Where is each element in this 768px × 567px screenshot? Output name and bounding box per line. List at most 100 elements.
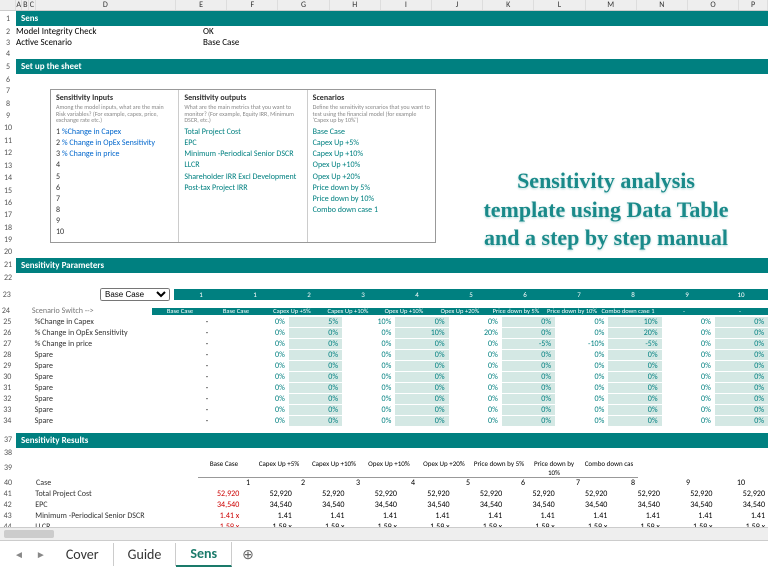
result-cell[interactable]: 7 <box>528 478 583 488</box>
param-cell[interactable]: 0% <box>236 328 289 338</box>
param-cell[interactable]: 10% <box>395 328 448 338</box>
result-cell[interactable]: 1.59 x <box>400 522 453 527</box>
param-cell[interactable]: 0% <box>236 416 289 426</box>
param-cell[interactable]: 0% <box>662 383 715 393</box>
result-cell[interactable]: 52,920 <box>663 489 716 499</box>
param-cell[interactable]: 0% <box>289 339 342 349</box>
result-cell[interactable]: 1.41 x <box>190 511 243 521</box>
param-cell[interactable]: 0% <box>608 361 661 371</box>
param-cell[interactable]: 0% <box>502 361 555 371</box>
param-cell[interactable]: 0% <box>608 372 661 382</box>
scenario-item[interactable]: Price down by 10% <box>313 194 430 205</box>
param-cell[interactable]: 0% <box>502 383 555 393</box>
param-cell[interactable]: 0% <box>449 350 502 360</box>
result-cell[interactable]: 1.59 x <box>295 522 348 527</box>
param-cell[interactable]: - <box>182 405 235 415</box>
param-cell[interactable]: 0% <box>555 361 608 371</box>
param-cell[interactable]: 0% <box>608 394 661 404</box>
output-item[interactable]: Minimum -Periodical Senior DSCR <box>184 149 301 160</box>
result-cell[interactable]: 1.41 <box>242 511 295 521</box>
param-cell[interactable]: 0% <box>289 416 342 426</box>
param-cell[interactable]: 0% <box>555 317 608 327</box>
param-cell[interactable]: 0% <box>395 317 448 327</box>
param-cell[interactable]: 0% <box>236 372 289 382</box>
param-cell[interactable]: 0% <box>715 328 768 338</box>
param-cell[interactable]: 0% <box>342 350 395 360</box>
param-cell[interactable]: 0% <box>342 416 395 426</box>
nav-prev-icon[interactable]: ◄ <box>8 548 30 561</box>
result-cell[interactable]: 5 <box>418 478 473 488</box>
param-cell[interactable]: - <box>182 339 235 349</box>
output-item[interactable]: Post-tax Project IRR <box>184 183 301 194</box>
param-cell[interactable]: 0% <box>449 383 502 393</box>
param-cell[interactable]: 0% <box>289 383 342 393</box>
output-item[interactable]: Total Project Cost <box>184 127 301 138</box>
param-cell[interactable]: 0% <box>608 416 661 426</box>
result-cell[interactable]: 52,920 <box>610 489 663 499</box>
result-cell[interactable]: 1.59 x <box>558 522 611 527</box>
param-cell[interactable]: 5% <box>289 317 342 327</box>
param-cell[interactable]: 0% <box>715 416 768 426</box>
result-cell[interactable]: 52,920 <box>295 489 348 499</box>
result-cell[interactable]: 9 <box>638 478 693 488</box>
result-cell[interactable]: 52,920 <box>242 489 295 499</box>
param-cell[interactable]: 0% <box>289 328 342 338</box>
param-cell[interactable]: 0% <box>555 416 608 426</box>
param-cell[interactable]: 0% <box>395 394 448 404</box>
param-cell[interactable]: 0% <box>236 383 289 393</box>
result-cell[interactable]: 1.59 x <box>663 522 716 527</box>
result-cell[interactable]: 34,540 <box>558 500 611 510</box>
param-cell[interactable]: 0% <box>342 394 395 404</box>
param-cell[interactable]: 0% <box>555 394 608 404</box>
scenario-item[interactable]: Opex Up +10% <box>313 160 430 171</box>
param-cell[interactable]: 0% <box>555 350 608 360</box>
param-cell[interactable]: 0% <box>236 361 289 371</box>
result-cell[interactable]: 34,540 <box>295 500 348 510</box>
param-cell[interactable]: - <box>182 350 235 360</box>
param-cell[interactable]: 0% <box>342 383 395 393</box>
result-cell[interactable]: 1.59 x <box>505 522 558 527</box>
param-cell[interactable]: 0% <box>715 394 768 404</box>
param-cell[interactable]: 0% <box>715 317 768 327</box>
param-cell[interactable]: -5% <box>608 339 661 349</box>
scenario-item[interactable]: Combo down case 1 <box>313 205 430 216</box>
result-cell[interactable]: 34,540 <box>347 500 400 510</box>
param-cell[interactable]: - <box>182 328 235 338</box>
result-cell[interactable]: 34,540 <box>242 500 295 510</box>
param-cell[interactable]: 0% <box>395 405 448 415</box>
result-cell[interactable]: 10 <box>693 478 748 488</box>
result-cell[interactable]: 1.41 <box>347 511 400 521</box>
result-cell[interactable]: 34,540 <box>610 500 663 510</box>
result-cell[interactable]: 1.59 x <box>453 522 506 527</box>
param-cell[interactable]: 0% <box>236 350 289 360</box>
result-cell[interactable]: 1.59 x <box>715 522 768 527</box>
param-cell[interactable]: 0% <box>395 416 448 426</box>
param-cell[interactable]: 0% <box>449 394 502 404</box>
param-cell[interactable]: 0% <box>502 372 555 382</box>
tab-sens[interactable]: Sens <box>176 542 232 567</box>
result-cell[interactable]: 1.59 x <box>190 522 243 527</box>
result-cell[interactable]: 52,920 <box>505 489 558 499</box>
result-cell[interactable]: 52,920 <box>453 489 506 499</box>
scenario-item[interactable]: Base Case <box>313 127 430 138</box>
param-cell[interactable]: 0% <box>449 317 502 327</box>
input-item[interactable]: % Change in price <box>62 149 120 159</box>
param-cell[interactable]: - <box>182 361 235 371</box>
param-cell[interactable]: 0% <box>715 372 768 382</box>
horizontal-scrollbar[interactable] <box>0 527 768 540</box>
param-cell[interactable]: 0% <box>555 405 608 415</box>
result-cell[interactable]: 1.59 x <box>610 522 663 527</box>
param-cell[interactable]: 0% <box>449 372 502 382</box>
result-cell[interactable]: 52,920 <box>347 489 400 499</box>
scenario-item[interactable]: Capex Up +5% <box>313 138 430 149</box>
param-cell[interactable]: 0% <box>662 328 715 338</box>
result-cell[interactable]: 1.41 <box>453 511 506 521</box>
scenario-item[interactable]: Price down by 5% <box>313 183 430 194</box>
param-cell[interactable]: 0% <box>289 350 342 360</box>
param-cell[interactable]: 0% <box>449 405 502 415</box>
param-cell[interactable]: 0% <box>289 394 342 404</box>
param-cell[interactable]: 0% <box>662 405 715 415</box>
param-cell[interactable]: 0% <box>662 350 715 360</box>
param-cell[interactable]: 0% <box>395 350 448 360</box>
result-cell[interactable]: 1.41 <box>663 511 716 521</box>
